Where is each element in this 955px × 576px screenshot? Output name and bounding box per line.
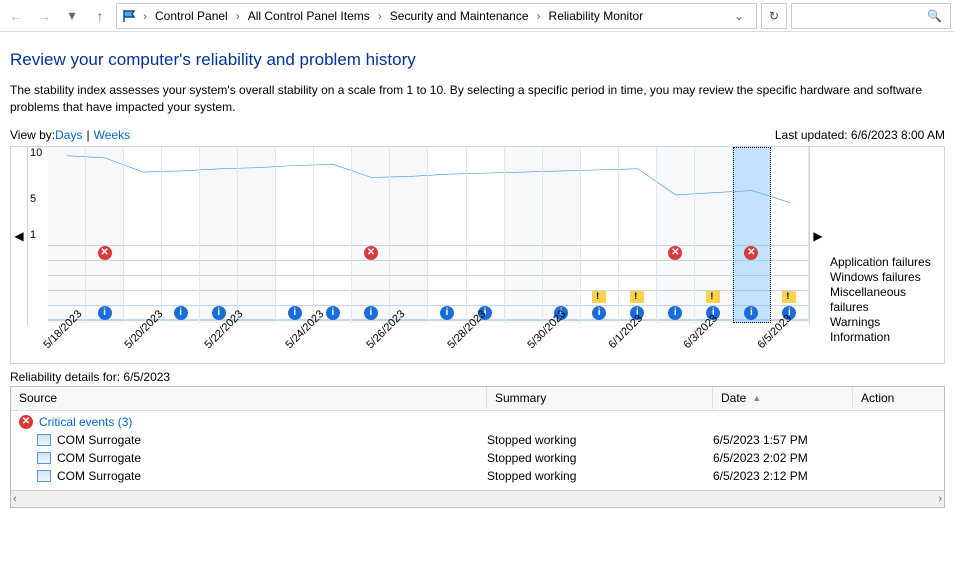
table-header-row: Source Summary Date▲ Action	[11, 387, 944, 411]
viewby-sep: |	[82, 128, 93, 142]
page-title: Review your computer's reliability and p…	[10, 50, 945, 70]
chart-scroll-left[interactable]: ◀	[11, 147, 27, 325]
legend-item: Information	[830, 330, 942, 345]
chart-scroll-right[interactable]: ▶	[810, 147, 826, 325]
chart-area: 10 5 1 ✕iiiii✕iiiiii✕ii✕ii	[27, 147, 810, 325]
y-tick: 5	[30, 193, 36, 205]
legend-item: Warnings	[830, 315, 942, 330]
refresh-button[interactable]: ↻	[761, 3, 787, 29]
th-summary[interactable]: Summary	[487, 387, 713, 409]
control-panel-flag-icon	[121, 8, 137, 24]
day-column[interactable]	[390, 147, 428, 323]
recent-dropdown[interactable]: ▾	[60, 4, 84, 28]
th-source[interactable]: Source	[11, 387, 487, 409]
scroll-left-icon[interactable]: ‹	[13, 493, 17, 505]
legend-item: Windows failures	[830, 270, 942, 285]
table-body: ✕ Critical events (3) COM SurrogateStopp…	[11, 411, 944, 490]
breadcrumb[interactable]: › Control Panel › All Control Panel Item…	[116, 3, 757, 29]
warning-icon	[630, 291, 644, 303]
y-axis: 10 5 1	[30, 147, 46, 245]
day-column[interactable]: i	[276, 147, 314, 323]
warning-icon	[592, 291, 606, 303]
error-icon: ✕	[98, 246, 112, 260]
error-icon: ✕	[668, 246, 682, 260]
info-icon: i	[364, 306, 378, 320]
info-icon: i	[98, 306, 112, 320]
info-icon: i	[744, 306, 758, 320]
chevron-right-icon[interactable]: ›	[139, 9, 151, 23]
day-column[interactable]	[505, 147, 543, 323]
viewby-row: View by: Days | Weeks Last updated: 6/6/…	[10, 128, 945, 142]
breadcrumb-item[interactable]: All Control Panel Items	[246, 7, 372, 25]
info-icon: i	[288, 306, 302, 320]
search-input[interactable]: 🔍	[791, 3, 951, 29]
error-icon: ✕	[364, 246, 378, 260]
forward-button[interactable]: →	[32, 4, 56, 28]
intro-text: The stability index assesses your system…	[10, 82, 945, 116]
back-button[interactable]: ←	[4, 4, 28, 28]
info-icon: i	[212, 306, 226, 320]
table-row[interactable]: COM SurrogateStopped working6/5/2023 1:5…	[11, 431, 944, 449]
day-column[interactable]: i	[428, 147, 466, 323]
application-icon	[37, 434, 51, 446]
error-icon: ✕	[744, 246, 758, 260]
y-tick: 10	[30, 147, 42, 159]
application-icon	[37, 470, 51, 482]
day-column[interactable]: i	[771, 147, 809, 323]
info-icon: i	[668, 306, 682, 320]
day-column[interactable]	[238, 147, 276, 323]
last-updated: Last updated: 6/6/2023 8:00 AM	[775, 128, 945, 142]
group-critical-events[interactable]: ✕ Critical events (3)	[11, 413, 944, 431]
day-column[interactable]: i	[162, 147, 200, 323]
chevron-right-icon[interactable]: ›	[374, 9, 386, 23]
day-column[interactable]: i	[543, 147, 581, 323]
breadcrumb-item[interactable]: Control Panel	[153, 7, 230, 25]
up-button[interactable]: ↑	[88, 4, 112, 28]
chevron-right-icon[interactable]: ›	[533, 9, 545, 23]
address-toolbar: ← → ▾ ↑ › Control Panel › All Control Pa…	[0, 0, 955, 32]
chevron-right-icon[interactable]: ›	[232, 9, 244, 23]
breadcrumb-item[interactable]: Security and Maintenance	[388, 7, 531, 25]
day-column[interactable]: ✕i	[86, 147, 124, 323]
day-column[interactable]: i	[581, 147, 619, 323]
info-icon: i	[440, 306, 454, 320]
group-label: Critical events (3)	[39, 415, 132, 429]
search-icon: 🔍	[927, 9, 942, 23]
warning-icon	[782, 291, 796, 303]
day-column[interactable]: ✕i	[352, 147, 390, 323]
day-column[interactable]: i	[314, 147, 352, 323]
y-tick: 1	[30, 229, 36, 241]
table-row[interactable]: COM SurrogateStopped working6/5/2023 2:0…	[11, 449, 944, 467]
viewby-label: View by:	[10, 128, 55, 142]
sort-indicator-icon: ▲	[752, 393, 761, 403]
legend-item: Application failures	[830, 255, 942, 270]
th-action[interactable]: Action	[853, 387, 944, 409]
chevron-down-icon[interactable]: ⌄	[726, 9, 752, 23]
viewby-weeks[interactable]: Weeks	[94, 128, 130, 142]
day-column[interactable]: i	[200, 147, 238, 323]
warning-icon	[706, 291, 720, 303]
table-row[interactable]: COM SurrogateStopped working6/5/2023 2:1…	[11, 467, 944, 485]
viewby-days[interactable]: Days	[55, 128, 82, 142]
day-column[interactable]	[48, 147, 86, 323]
horizontal-scrollbar[interactable]: ‹ ›	[11, 490, 944, 507]
scroll-right-icon[interactable]: ›	[938, 493, 942, 505]
info-icon: i	[592, 306, 606, 320]
error-icon: ✕	[19, 415, 33, 429]
reliability-chart: ◀ 10 5 1 ✕iiiii✕iiiiii✕ii✕ii ▶ A	[10, 146, 945, 364]
day-column[interactable]: ✕i	[657, 147, 695, 323]
day-column[interactable]: ✕i	[733, 147, 771, 323]
chart-legend: Application failures Windows failures Mi…	[826, 147, 944, 325]
day-column[interactable]	[124, 147, 162, 323]
day-column[interactable]: i	[619, 147, 657, 323]
application-icon	[37, 452, 51, 464]
info-icon: i	[174, 306, 188, 320]
day-column[interactable]: i	[467, 147, 505, 323]
x-axis-dates: 5/18/20235/20/20235/22/20235/24/20235/26…	[47, 325, 804, 369]
breadcrumb-item[interactable]: Reliability Monitor	[547, 7, 646, 25]
details-table: Source Summary Date▲ Action ✕ Critical e…	[10, 386, 945, 508]
th-date[interactable]: Date▲	[713, 387, 853, 409]
legend-item: Miscellaneous failures	[830, 285, 942, 315]
day-column[interactable]: i	[695, 147, 733, 323]
